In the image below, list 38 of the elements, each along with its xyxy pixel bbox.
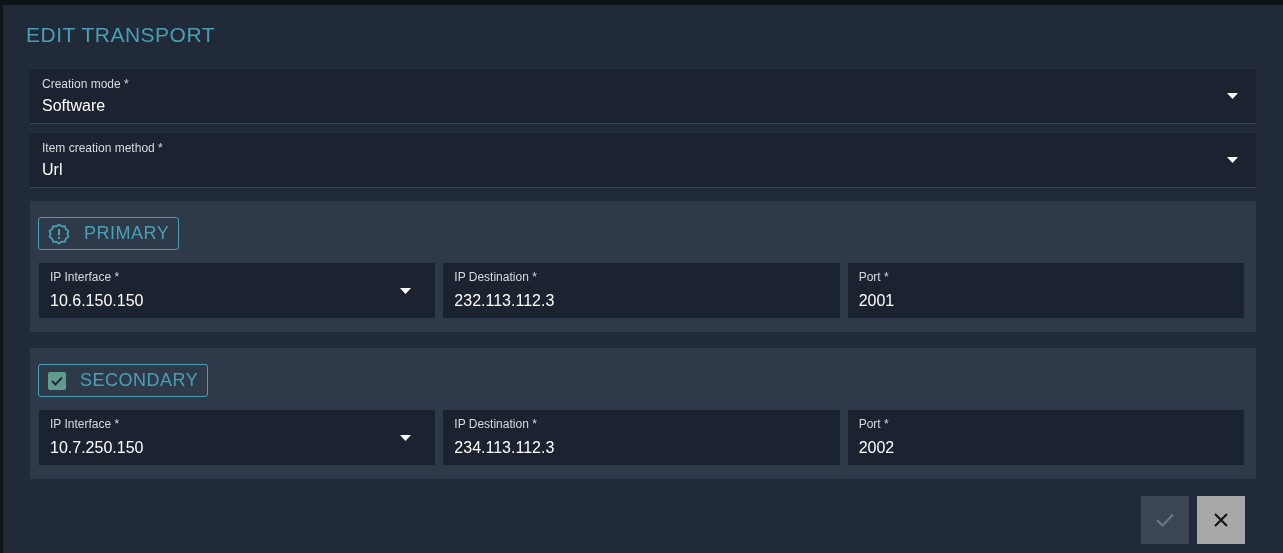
input-field[interactable]: IP Destination * 232.113.112.3: [443, 263, 840, 318]
checkbox[interactable]: [48, 371, 66, 390]
checkmark-icon: [51, 375, 63, 386]
field-label: IP Destination *: [454, 417, 538, 431]
field-value: 234.113.112.3: [454, 438, 556, 458]
field-value: 2001: [858, 291, 896, 311]
dropdown-caret-icon: [400, 287, 412, 294]
field-value: 10.6.150.150: [50, 291, 145, 311]
field-value: 232.113.112.3: [454, 291, 556, 311]
section-title: SECONDARY: [80, 369, 199, 392]
field-label: Port *: [858, 417, 890, 431]
input-field[interactable]: IP Destination * 234.113.112.3: [443, 410, 840, 465]
dropdown-caret-icon: [1227, 93, 1238, 99]
field-label: Creation mode *: [42, 76, 130, 91]
field-label: IP Destination *: [454, 270, 538, 284]
close-icon: [1214, 513, 1228, 527]
dropdown-caret-icon: [400, 434, 412, 441]
field-value: 10.7.250.150: [50, 438, 145, 458]
section-header[interactable]: SECONDARY: [38, 364, 209, 397]
dropdown-field[interactable]: IP Interface * 10.7.250.150: [39, 410, 436, 465]
dialog-title: EDIT TRANSPORT: [26, 23, 216, 46]
dropdown-caret-icon: [1227, 157, 1238, 163]
field-value: Url: [42, 159, 64, 180]
close-button[interactable]: [1197, 496, 1245, 544]
field-label: IP Interface *: [50, 417, 121, 431]
input-field[interactable]: Port * 2001: [847, 263, 1244, 318]
dropdown-field[interactable]: IP Interface * 10.6.150.150: [39, 263, 436, 318]
field-label: Port *: [858, 270, 890, 284]
field-label: Item creation method *: [42, 140, 164, 155]
alert-badge-icon: [48, 222, 70, 245]
field-label: IP Interface *: [50, 270, 121, 284]
section-title: PRIMARY: [84, 222, 170, 245]
checkmark-icon: [1156, 513, 1174, 527]
dropdown-field[interactable]: Item creation method * Url: [30, 133, 1256, 188]
input-field[interactable]: Port * 2002: [847, 410, 1244, 465]
field-value: 2002: [858, 438, 896, 458]
dropdown-field[interactable]: Creation mode * Software: [30, 69, 1256, 124]
field-value: Software: [42, 95, 107, 116]
